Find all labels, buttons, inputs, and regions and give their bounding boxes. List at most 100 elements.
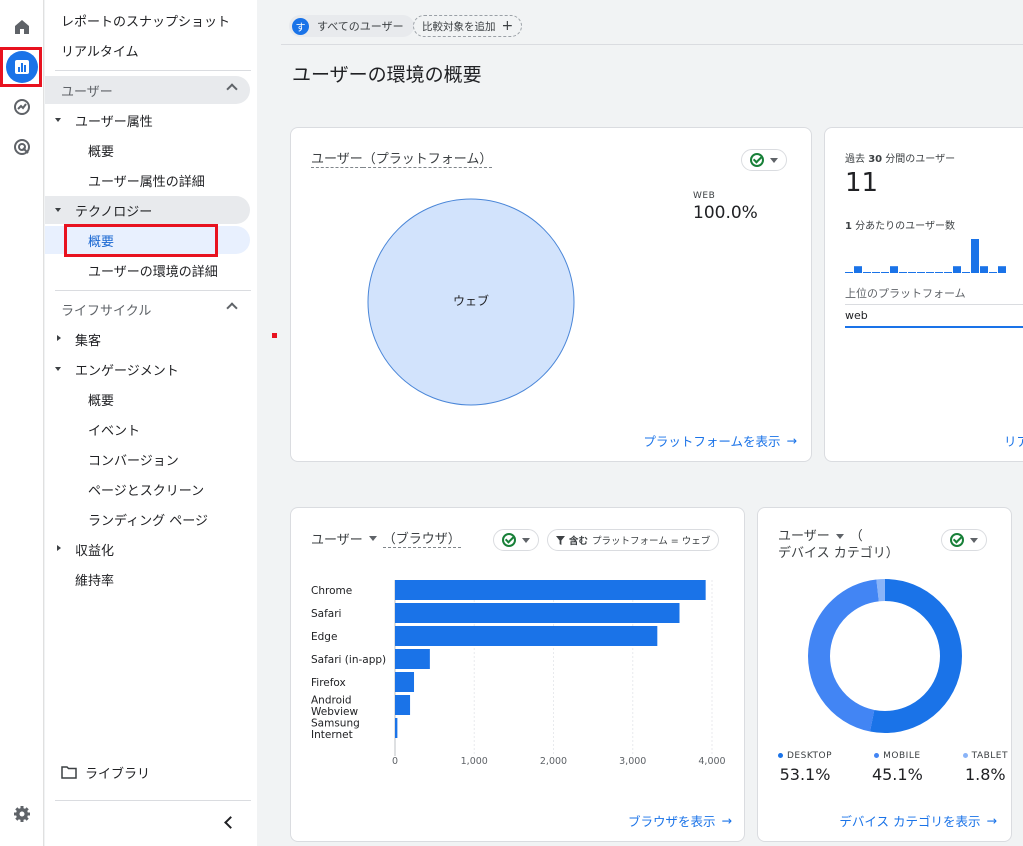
- minute-bar[interactable]: [971, 239, 979, 273]
- bar-android-webview[interactable]: [395, 695, 411, 715]
- section-user[interactable]: ユーザー: [45, 76, 250, 104]
- dropdown-arrow-icon[interactable]: [368, 535, 377, 541]
- nav-monetization-label: 収益化: [75, 543, 115, 559]
- minute-bar[interactable]: [998, 266, 1006, 273]
- nav-snapshot[interactable]: レポートのスナップショット: [45, 6, 250, 34]
- dimension-label[interactable]: （プラットフォーム）: [362, 152, 493, 168]
- explore-icon[interactable]: [6, 91, 38, 123]
- minute-bar-empty: [962, 272, 970, 273]
- browser-card: ユーザー （ブラウザ） 含む プラットフォーム = ウェブ 0 1,000 2,00…: [290, 507, 745, 842]
- caret-right-icon: [57, 335, 61, 341]
- nav-conversions[interactable]: コンバージョン: [45, 445, 250, 473]
- minute-bar[interactable]: [980, 266, 988, 273]
- card-options-button[interactable]: [493, 529, 539, 551]
- legend-label-web: WEB: [693, 191, 716, 201]
- page-title: ユーザーの環境の概要: [292, 64, 482, 86]
- minute-bar-empty: [989, 272, 997, 273]
- advertising-icon[interactable]: [6, 131, 38, 163]
- bar-samsung-internet[interactable]: [395, 718, 398, 738]
- nav-tech-overview[interactable]: 概要: [45, 226, 250, 254]
- device-legend: DESKTOP 53.1% MOBILE 45.1% TABLET 1.8%: [778, 751, 1008, 784]
- chevron-up-icon: [226, 302, 238, 314]
- card-options-button[interactable]: [941, 529, 987, 551]
- bar-safari[interactable]: [395, 603, 680, 623]
- arrow-right-icon: →: [986, 813, 997, 828]
- minute-bar-empty: [935, 272, 943, 273]
- legend-label: MOBILE: [883, 751, 921, 761]
- filter-bold: 含む: [569, 536, 589, 547]
- metric-label[interactable]: ユーザー: [311, 152, 363, 168]
- caret-down-icon: [55, 118, 61, 122]
- section-lifecycle-label: ライフサイクル: [61, 303, 152, 319]
- nav-landing[interactable]: ランディング ページ: [45, 505, 250, 533]
- minute-bar[interactable]: [854, 266, 862, 273]
- view-browser-link[interactable]: ブラウザを表示 →: [628, 811, 732, 830]
- minute-bar-empty: [908, 272, 916, 273]
- legend-value-web: 100.0%: [693, 203, 758, 223]
- nav-ua-detail[interactable]: ユーザー属性の詳細: [45, 166, 250, 194]
- nav-technology[interactable]: テクノロジー: [45, 196, 250, 224]
- platform-legend: WEB 100.0%: [693, 191, 758, 223]
- minute-bar-empty: [917, 272, 925, 273]
- minute-bar[interactable]: [890, 266, 898, 273]
- platform-share-bar: [845, 326, 1023, 328]
- dropdown-arrow-icon: [970, 537, 978, 543]
- arrow-right-icon: →: [786, 433, 797, 448]
- segment-avatar: す: [292, 17, 309, 35]
- nav-ua-overview[interactable]: 概要: [45, 136, 250, 164]
- legend-value: 45.1%: [871, 765, 923, 784]
- minute-bar-empty: [944, 272, 952, 273]
- nav-monetization[interactable]: 収益化: [45, 535, 250, 563]
- nav-engagement[interactable]: エンゲージメント: [45, 355, 250, 383]
- bar-chrome[interactable]: [395, 580, 706, 600]
- metric-label[interactable]: ユーザー: [311, 529, 363, 548]
- metric-label[interactable]: ユーザー: [778, 528, 830, 545]
- view-platform-link[interactable]: プラットフォームを表示 →: [643, 431, 797, 450]
- minute-bar[interactable]: [953, 266, 961, 273]
- minute-bar-empty: [872, 272, 880, 273]
- view-realtime-link[interactable]: リア: [1004, 431, 1023, 450]
- nav-eng-overview[interactable]: 概要: [45, 385, 250, 413]
- dropdown-arrow-icon[interactable]: [835, 534, 844, 539]
- filter-chip[interactable]: 含む プラットフォーム = ウェブ: [547, 529, 720, 551]
- card-options-button[interactable]: [741, 149, 787, 171]
- dimension-label[interactable]: （ブラウザ）: [382, 528, 461, 548]
- legend-label: DESKTOP: [787, 751, 833, 761]
- category-label: Firefox: [311, 677, 346, 689]
- per-minute-caption: 1 分あたりのユーザー数: [845, 217, 955, 232]
- nav-library[interactable]: ライブラリ: [45, 758, 250, 786]
- bar-edge[interactable]: [395, 626, 658, 646]
- check-circle-icon: [502, 533, 516, 547]
- device-donut-chart: [808, 579, 962, 733]
- bar-firefox[interactable]: [395, 672, 415, 692]
- nav-events[interactable]: イベント: [45, 415, 250, 443]
- home-icon[interactable]: [6, 11, 38, 43]
- nav-pages[interactable]: ページとスクリーン: [45, 475, 250, 503]
- nav-acquisition-label: 集客: [75, 333, 102, 349]
- per-minute-bar-chart: [845, 239, 1006, 273]
- collapse-nav-icon[interactable]: [224, 816, 237, 829]
- segment-chip[interactable]: す すべてのユーザー: [289, 15, 414, 37]
- section-lifecycle[interactable]: ライフサイクル: [45, 295, 250, 323]
- dimension-label[interactable]: デバイス カテゴリ）: [778, 545, 899, 562]
- x-tick-label: 3,000: [619, 756, 646, 767]
- nav-acquisition[interactable]: 集客: [45, 325, 250, 353]
- nav-tech-detail[interactable]: ユーザーの環境の詳細: [45, 256, 250, 284]
- realtime-minutes: 30: [868, 154, 883, 165]
- category-label: Safari (in-app): [311, 654, 386, 666]
- reports-icon[interactable]: [6, 51, 38, 83]
- check-circle-icon: [950, 533, 964, 547]
- legend-value: 53.1%: [779, 765, 831, 784]
- bar-safari-in-app-[interactable]: [395, 649, 430, 669]
- check-circle-icon: [750, 153, 764, 167]
- nav-retention[interactable]: 維持率: [45, 565, 250, 593]
- nav-realtime[interactable]: リアルタイム: [45, 36, 250, 64]
- view-device-link[interactable]: デバイス カテゴリを表示 →: [839, 811, 997, 830]
- nav-user-attributes[interactable]: ユーザー属性: [45, 106, 250, 134]
- device-card: ユーザー （ デバイス カテゴリ） DESKTOP 53.1% MOBILE 45.1…: [757, 507, 1012, 842]
- section-user-label: ユーザー: [61, 84, 113, 100]
- legend-value: 1.8%: [964, 765, 1006, 784]
- add-comparison-button[interactable]: 比較対象を追加 +: [413, 15, 523, 37]
- settings-icon[interactable]: [6, 798, 38, 830]
- per-minute-label: 分あたりのユーザー数: [855, 221, 955, 232]
